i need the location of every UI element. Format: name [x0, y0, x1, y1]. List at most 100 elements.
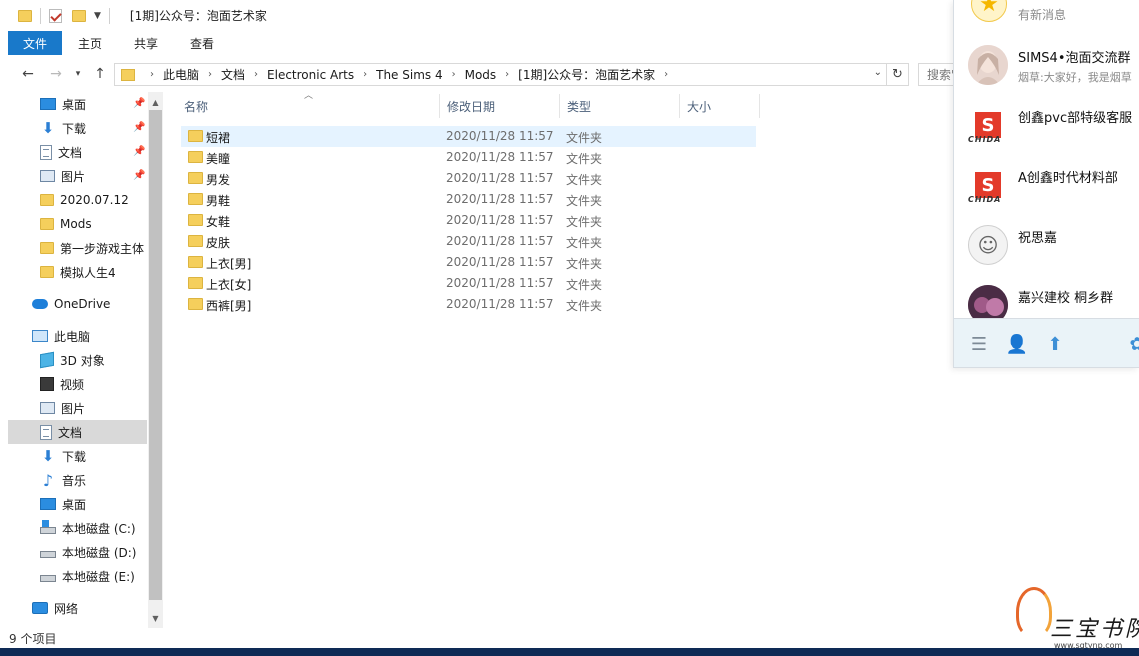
breadcrumb-the-sims-4[interactable]: The Sims 4 — [376, 68, 442, 82]
app-icon[interactable]: ✿ — [1126, 333, 1139, 355]
sidebar-item-desktop[interactable]: 桌面 — [40, 92, 86, 116]
scroll-up-icon[interactable]: ▲ — [148, 94, 163, 110]
qq-chat-item[interactable]: S CHIDA 创鑫pvc部特级客服 — [954, 93, 1139, 153]
sidebar-item-pc-documents[interactable]: 文档 — [8, 420, 147, 444]
sidebar-item-mods[interactable]: Mods — [40, 212, 92, 236]
forward-button[interactable]: → — [46, 64, 66, 84]
chevron-right-icon[interactable]: › — [505, 69, 509, 80]
qq-chat-item[interactable]: ☺ 祝思嘉 — [954, 213, 1139, 273]
recent-locations-button[interactable]: ▾ — [68, 64, 88, 84]
table-row[interactable]: 男鞋 2020/11/28 11:57 文件夹 — [181, 189, 756, 210]
sidebar-item-label: 下载 — [62, 449, 87, 464]
sidebar-item-label: 本地磁盘 (E:) — [62, 569, 135, 584]
folder-icon — [188, 130, 203, 142]
pin-icon[interactable]: 📌 — [133, 146, 145, 157]
table-row[interactable]: 皮肤 2020/11/28 11:57 文件夹 — [181, 231, 756, 252]
refresh-button[interactable]: ↻ — [887, 63, 909, 86]
sidebar-item-pictures[interactable]: 图片 — [40, 164, 85, 188]
add-friend-icon[interactable]: 👤 — [1006, 333, 1028, 355]
table-row[interactable]: 短裙 2020/11/28 11:57 文件夹 — [181, 126, 756, 147]
pin-icon[interactable]: 📌 — [133, 98, 145, 109]
share-icon[interactable]: ⬆ — [1044, 333, 1066, 355]
pin-icon[interactable]: 📌 — [133, 170, 145, 181]
qq-chat-item[interactable]: S CHIDA A创鑫时代材料部 — [954, 153, 1139, 213]
breadcrumb-documents[interactable]: 文档 — [221, 66, 245, 83]
sidebar-item-music[interactable]: ♪ 音乐 — [40, 468, 86, 492]
sidebar-item-label: 下载 — [62, 121, 87, 136]
breadcrumb-this-pc[interactable]: 此电脑 — [163, 66, 199, 83]
scroll-down-icon[interactable]: ▼ — [148, 610, 163, 626]
menu-icon[interactable]: ☰ — [968, 333, 990, 355]
file-type: 文件夹 — [566, 257, 603, 271]
table-row[interactable]: 男发 2020/11/28 11:57 文件夹 — [181, 168, 756, 189]
sidebar-item-sims4[interactable]: 模拟人生4 — [40, 260, 116, 284]
chevron-right-icon[interactable]: › — [208, 69, 212, 80]
column-header-date[interactable]: 修改日期 — [440, 94, 560, 118]
sidebar-item-onedrive[interactable]: OneDrive — [32, 292, 110, 316]
new-folder-icon[interactable] — [72, 9, 86, 22]
sidebar-item-videos[interactable]: 视频 — [40, 372, 84, 396]
qq-chat-item[interactable]: SIMS4•泡面交流群 烟草:大家好，我是烟草 — [954, 33, 1139, 93]
sidebar-item-label: 本地磁盘 (D:) — [62, 545, 137, 560]
chevron-right-icon[interactable]: › — [150, 69, 154, 80]
table-row[interactable]: 女鞋 2020/11/28 11:57 文件夹 — [181, 210, 756, 231]
up-button[interactable]: ↑ — [90, 64, 110, 84]
breadcrumb-current-folder[interactable]: [1期]公众号：泡面艺术家 — [518, 66, 655, 83]
table-row[interactable]: 西裤[男] 2020/11/28 11:57 文件夹 — [181, 294, 756, 315]
table-row[interactable]: 美瞳 2020/11/28 11:57 文件夹 — [181, 147, 756, 168]
address-bar[interactable]: › 此电脑 › 文档 › Electronic Arts › The Sims … — [114, 63, 887, 86]
column-header-type[interactable]: 类型 — [560, 94, 680, 118]
sidebar-item-label: 图片 — [61, 401, 86, 416]
avatar: S CHIDA — [968, 165, 1008, 205]
file-name: 女鞋 — [206, 215, 231, 229]
sidebar-item-drive-c[interactable]: 本地磁盘 (C:) — [40, 516, 136, 540]
customize-quick-access-icon[interactable]: ▼ — [94, 11, 101, 21]
file-date: 2020/11/28 11:57 — [446, 129, 554, 143]
sidebar-item-drive-d[interactable]: 本地磁盘 (D:) — [40, 540, 136, 564]
chevron-right-icon[interactable]: › — [254, 69, 258, 80]
sidebar-item-label: OneDrive — [54, 297, 111, 311]
column-headers: 名称 修改日期 类型 大小 — [177, 94, 761, 118]
sidebar-item-downloads[interactable]: ⬇ 下载 — [40, 116, 86, 140]
sidebar-item-2020-07-12[interactable]: 2020.07.12 — [40, 188, 129, 212]
desktop-icon — [40, 498, 56, 510]
sidebar-item-documents[interactable]: 文档 — [40, 140, 82, 164]
column-header-name[interactable]: 名称 — [177, 94, 440, 118]
back-button[interactable]: ← — [18, 64, 38, 84]
table-row[interactable]: 上衣[男] 2020/11/28 11:57 文件夹 — [181, 252, 756, 273]
tab-home[interactable]: 主页 — [62, 31, 118, 55]
breadcrumb-electronic-arts[interactable]: Electronic Arts — [267, 68, 354, 82]
sidebar-item-this-pc[interactable]: 此电脑 — [32, 324, 90, 348]
sidebar-item-label: 第一步游戏主体 — [60, 241, 145, 256]
chevron-down-icon[interactable]: ⌄ — [874, 67, 882, 78]
3d-objects-icon — [40, 351, 54, 369]
tab-view[interactable]: 查看 — [174, 31, 230, 55]
sidebar-item-pc-pictures[interactable]: 图片 — [40, 396, 85, 420]
file-name: 上衣[男] — [206, 257, 252, 271]
pin-icon[interactable]: 📌 — [133, 122, 145, 133]
desktop-icon — [40, 98, 56, 110]
file-date: 2020/11/28 11:57 — [446, 171, 554, 185]
sidebar-item-pc-downloads[interactable]: ⬇ 下载 — [40, 444, 86, 468]
sidebar-item-game-step1[interactable]: 第一步游戏主体 — [40, 236, 144, 260]
column-header-size[interactable]: 大小 — [680, 94, 760, 118]
sidebar-scrollbar-thumb[interactable] — [149, 110, 162, 600]
breadcrumb-mods[interactable]: Mods — [465, 68, 497, 82]
qq-toolbar: ☰ 👤 ⬆ ✿ — [954, 318, 1139, 367]
tab-share[interactable]: 共享 — [118, 31, 174, 55]
sidebar-item-3d-objects[interactable]: 3D 对象 — [40, 348, 105, 372]
sidebar-item-label: 文档 — [58, 425, 83, 440]
sidebar-item-pc-desktop[interactable]: 桌面 — [40, 492, 86, 516]
table-row[interactable]: 上衣[女] 2020/11/28 11:57 文件夹 — [181, 273, 756, 294]
sidebar-item-label: 桌面 — [62, 97, 87, 112]
sidebar-item-drive-e[interactable]: 本地磁盘 (E:) — [40, 564, 135, 588]
properties-icon[interactable] — [49, 8, 62, 23]
chevron-right-icon[interactable]: › — [664, 69, 668, 80]
chevron-right-icon[interactable]: › — [452, 69, 456, 80]
tab-file[interactable]: 文件 — [8, 31, 63, 55]
sidebar-item-network[interactable]: 网络 — [32, 596, 78, 620]
divider — [108, 7, 110, 24]
sidebar-item-label: 视频 — [60, 377, 85, 392]
chevron-right-icon[interactable]: › — [363, 69, 367, 80]
file-name: 美瞳 — [206, 152, 231, 166]
